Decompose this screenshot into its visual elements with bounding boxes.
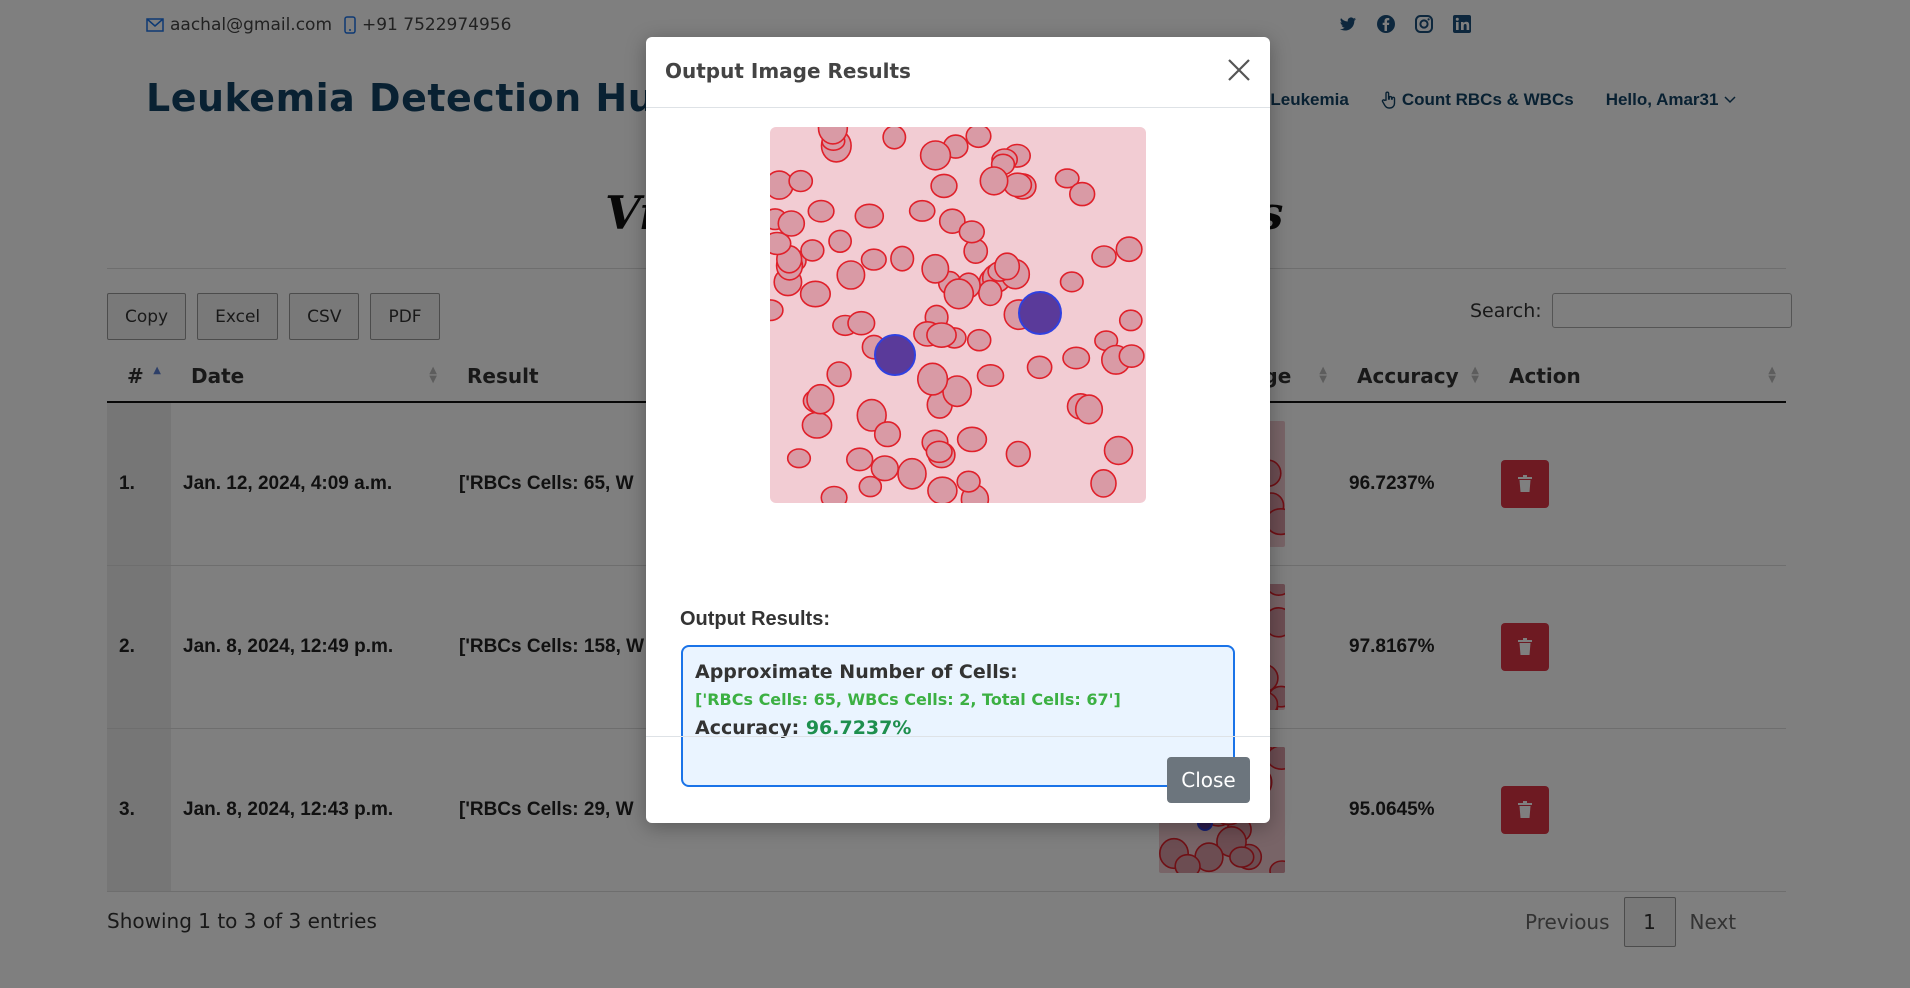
modal-footer: Close <box>646 736 1270 823</box>
modal-body: Output Results: Approximate Number of Ce… <box>646 108 1270 787</box>
cells-heading: Approximate Number of Cells: <box>695 661 1018 683</box>
modal-header: Output Image Results <box>646 37 1270 108</box>
close-button[interactable]: Close <box>1167 757 1250 803</box>
output-blood-smear-image <box>770 127 1146 503</box>
cell-counts: ['RBCs Cells: 65, WBCs Cells: 2, Total C… <box>695 690 1121 709</box>
output-results-label: Output Results: <box>680 608 830 630</box>
modal-title: Output Image Results <box>665 59 911 83</box>
output-results-modal: Output Image Results Output Results: App… <box>646 37 1270 823</box>
close-icon[interactable] <box>1226 57 1252 83</box>
